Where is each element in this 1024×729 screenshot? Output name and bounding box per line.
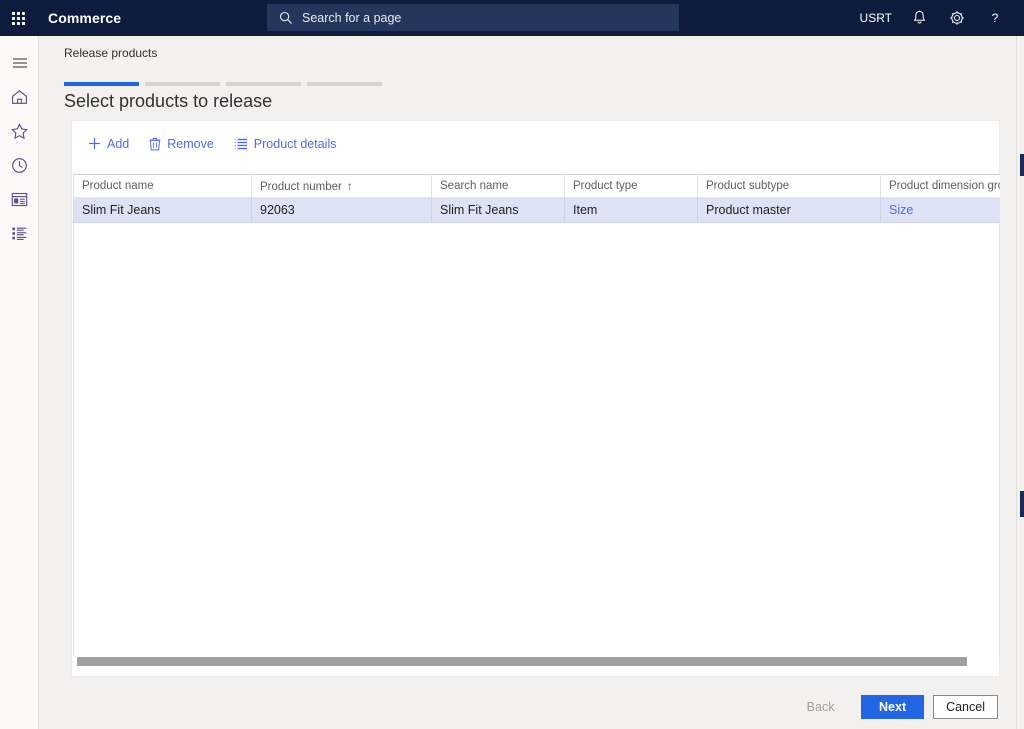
page-title: Select products to release	[64, 91, 272, 112]
wizard-step-4[interactable]	[307, 82, 382, 86]
grid-column-header[interactable]: Search name	[432, 175, 565, 198]
app-title: Commerce	[48, 10, 121, 26]
add-button[interactable]: Add	[78, 129, 139, 159]
list-icon	[11, 226, 28, 241]
page-vertical-scrollbar-thumb-upper[interactable]	[1020, 154, 1024, 176]
grid-column-header[interactable]: Product type	[565, 175, 698, 198]
table-cell: 92063	[252, 198, 432, 223]
wizard-step-3[interactable]	[226, 82, 301, 86]
grid-column-header-label: Product number	[260, 181, 342, 193]
cancel-button[interactable]: Cancel	[933, 695, 998, 719]
workspace-icon	[11, 192, 28, 207]
wizard-step-1[interactable]	[64, 82, 139, 86]
table-cell: Item	[565, 198, 698, 223]
grid-column-header[interactable]: Product dimension group	[881, 175, 1001, 198]
trash-icon	[149, 137, 161, 151]
gear-icon	[949, 10, 965, 26]
page-vertical-scrollbar[interactable]	[1017, 36, 1024, 729]
table-cell: Slim Fit Jeans	[74, 198, 252, 223]
home-icon	[11, 89, 28, 105]
grid-column-header-label: Product name	[82, 180, 154, 192]
grid-body: Slim Fit Jeans92063Slim Fit JeansItemPro…	[74, 198, 1001, 223]
table-cell: Slim Fit Jeans	[432, 198, 565, 223]
product-details-button[interactable]: Product details	[224, 129, 347, 159]
grid-column-header-label: Product type	[573, 180, 638, 192]
sidebar-item-expand-navigation[interactable]	[0, 46, 39, 80]
remove-button[interactable]: Remove	[139, 129, 224, 159]
sidebar-item-modules[interactable]	[0, 216, 39, 250]
list-detail-icon	[234, 138, 248, 150]
grid-header: Product name Product number ↑ Search name Pr…	[74, 175, 1001, 198]
grid-toolbar: Add Remove	[72, 121, 999, 167]
table-cell-link[interactable]: Size	[881, 198, 1001, 223]
hamburger-icon	[12, 57, 28, 69]
waffle-grid-icon	[12, 12, 25, 25]
table-cell: Product master	[698, 198, 881, 223]
sidebar-item-recent[interactable]	[0, 148, 39, 182]
top-right-actions: USRT ?	[852, 0, 1014, 36]
plus-icon	[88, 137, 101, 150]
grid-column-header-label: Product dimension group	[889, 180, 1000, 192]
notifications-button[interactable]	[900, 0, 938, 36]
grid-column-header[interactable]: Product name	[74, 175, 252, 198]
search-input[interactable]: Search for a page	[267, 4, 679, 31]
grid-column-header-label: Search name	[440, 180, 508, 192]
products-grid-viewport: Product name Product number ↑ Search name Pr…	[73, 174, 1000, 659]
settings-button[interactable]	[938, 0, 976, 36]
add-button-label: Add	[107, 137, 129, 151]
sidebar-item-home[interactable]	[0, 80, 39, 114]
grid-column-header[interactable]: Product subtype	[698, 175, 881, 198]
waffle-menu-button[interactable]	[0, 0, 36, 36]
grid-header-row: Product name Product number ↑ Search name Pr…	[74, 175, 1001, 198]
breadcrumb[interactable]: Release products	[64, 46, 157, 60]
content-card: Add Remove	[71, 120, 1000, 677]
grid-horizontal-scrollbar[interactable]	[73, 656, 999, 668]
next-button[interactable]: Next	[861, 695, 924, 719]
star-icon	[11, 123, 28, 139]
wizard-step-indicator	[64, 82, 382, 86]
sidebar-item-favorites[interactable]	[0, 114, 39, 148]
product-details-button-label: Product details	[254, 137, 337, 151]
grid-horizontal-scrollbar-thumb[interactable]	[77, 657, 967, 666]
wizard-footer-actions: Back Next Cancel	[789, 695, 998, 719]
table-row[interactable]: Slim Fit Jeans92063Slim Fit JeansItemPro…	[74, 198, 1001, 223]
sidebar-item-workspaces[interactable]	[0, 182, 39, 216]
sort-ascending-icon: ↑	[347, 179, 353, 193]
left-navigation-rail	[0, 36, 39, 729]
clock-icon	[11, 157, 28, 174]
help-button[interactable]: ?	[976, 0, 1014, 36]
search-icon	[279, 11, 293, 25]
bell-icon	[912, 10, 927, 26]
top-navigation-bar: Commerce Search for a page USRT	[0, 0, 1024, 36]
products-grid: Product name Product number ↑ Search name Pr…	[73, 174, 1000, 223]
back-button: Back	[789, 695, 852, 719]
search-placeholder: Search for a page	[302, 11, 401, 25]
page-vertical-scrollbar-thumb-lower[interactable]	[1020, 491, 1024, 517]
page-container: Release products Select products to rele…	[39, 36, 1017, 729]
grid-column-header[interactable]: Product number ↑	[252, 175, 432, 198]
company-selector[interactable]: USRT	[852, 0, 900, 36]
wizard-step-2[interactable]	[145, 82, 220, 86]
grid-column-header-label: Product subtype	[706, 180, 789, 192]
remove-button-label: Remove	[167, 137, 214, 151]
question-mark-icon: ?	[992, 11, 999, 25]
